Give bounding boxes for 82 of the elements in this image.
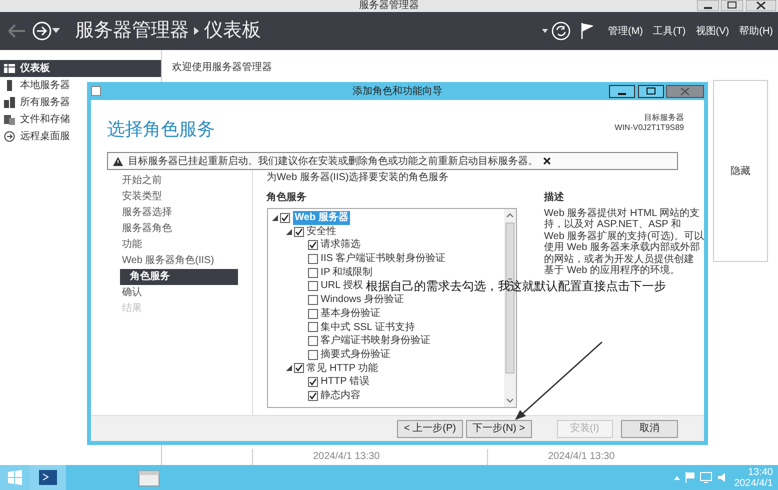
wizard-button[interactable]: < 上一步(P) <box>397 420 463 438</box>
tree-item-label[interactable]: URL 授权 <box>320 279 364 294</box>
section-label: 角色服务 <box>266 190 308 205</box>
tree-item-label[interactable]: 集中式 SSL 证书支持 <box>320 320 415 334</box>
tree-item-label[interactable]: IP 和域限制 <box>320 266 373 280</box>
menu-item[interactable]: 视图(V) <box>696 24 730 38</box>
tree-item-label[interactable]: 安全性 <box>306 224 337 238</box>
annotation-text: 根据自己的需求去勾选，我这就默认配置直接点击下一步 <box>366 278 666 294</box>
checkbox[interactable] <box>280 212 290 223</box>
wizard-step[interactable]: 功能 <box>120 236 238 252</box>
maximize-icon[interactable] <box>638 84 664 98</box>
wizard-step: 结果 <box>120 300 238 316</box>
sidebar-item[interactable]: 所有服务器 <box>0 94 161 111</box>
hide-link[interactable]: 隐藏 <box>730 164 750 178</box>
menu-item[interactable]: 帮助(H) <box>739 24 773 38</box>
checkbox[interactable] <box>308 294 318 305</box>
instruction-text: 为Web 服务器(IIS)选择要安装的角色服务 <box>266 170 450 185</box>
sidebar-item[interactable]: 仪表板 <box>0 60 161 77</box>
chevron-right-icon <box>194 27 199 35</box>
timestamp: 2024/4/1 13:30 <box>548 451 615 462</box>
terminal-icon[interactable] <box>30 465 66 490</box>
tree-item-label[interactable]: 请求筛选 <box>320 238 361 252</box>
dropdown-caret-icon[interactable] <box>542 29 548 33</box>
warning-icon <box>113 156 123 166</box>
wizard-button[interactable]: 下一步(N) > <box>466 420 532 438</box>
checkbox[interactable] <box>308 308 318 319</box>
warning-message: 目标服务器已挂起重新启动。我们建议你在安装或删除角色或功能之前重新启动目标服务器。 <box>128 154 538 168</box>
minimize-icon[interactable] <box>696 0 718 11</box>
menu-item[interactable]: 工具(T) <box>652 24 686 38</box>
tree-item-label[interactable]: 摘要式身份验证 <box>320 348 391 362</box>
tree-item-label[interactable]: HTTP 错误 <box>320 375 370 389</box>
menu-item[interactable]: 管理(M) <box>608 24 643 38</box>
wizard-step[interactable]: 安装类型 <box>120 188 238 204</box>
checkbox[interactable] <box>308 240 318 250</box>
checkbox[interactable] <box>294 226 304 237</box>
timestamp: 2024/4/1 13:30 <box>313 451 380 462</box>
checkbox[interactable] <box>308 268 318 278</box>
app-icon <box>91 86 101 96</box>
wizard-step[interactable]: Web 服务器角色(IIS) <box>120 252 238 268</box>
tree-item-label[interactable]: Windows 身份验证 <box>320 293 404 307</box>
expand-triangle-icon[interactable] <box>286 365 292 372</box>
close-icon[interactable] <box>543 157 551 165</box>
refresh-icon[interactable] <box>550 21 571 41</box>
close-icon[interactable] <box>746 0 776 11</box>
sidebar-item[interactable]: 本地服务器 <box>0 77 161 94</box>
checkbox[interactable] <box>308 254 318 264</box>
tree-item-label[interactable]: 基本身份验证 <box>320 306 381 321</box>
checkbox[interactable] <box>308 390 318 401</box>
wizard-step[interactable]: 服务器角色 <box>120 220 238 236</box>
breadcrumb-item[interactable]: 仪表板 <box>204 16 261 46</box>
checkbox[interactable] <box>308 322 318 332</box>
wizard-step[interactable]: 确认 <box>120 284 238 300</box>
checkbox[interactable] <box>294 363 304 374</box>
expand-triangle-icon[interactable] <box>286 228 292 235</box>
wizard-step[interactable]: 服务器选择 <box>120 204 238 220</box>
dialog-title: 添加角色和功能向导 <box>352 84 442 98</box>
checkbox[interactable] <box>308 350 318 360</box>
checkbox[interactable] <box>308 336 318 346</box>
breadcrumb-item[interactable]: 服务器管理器 <box>75 16 189 46</box>
wizard-step[interactable]: 角色服务 <box>120 268 238 284</box>
checkbox[interactable] <box>308 281 318 292</box>
tree-item-label[interactable]: 常见 HTTP 功能 <box>306 362 378 376</box>
maximize-icon[interactable] <box>721 0 743 11</box>
description-text: Web 服务器提供对 HTML 网站的支持，以及对 ASP.NET、ASP 和 Web 服务器扩展的支持(可选)。可以使用 Web 服务器来承载内部或外部的网站，或者为开发人员提供创建基于 Web 的应用程序的环境。 <box>544 208 704 276</box>
tree-item-label[interactable]: IIS 客户端证书映射身份验证 <box>320 252 446 266</box>
minimize-icon[interactable] <box>609 84 635 98</box>
wizard-step[interactable]: 开始之前 <box>120 172 238 188</box>
dashboard-icon <box>4 63 15 74</box>
expand-triangle-icon[interactable] <box>272 214 278 221</box>
target-server-name: WIN-V0J2T1T9S89 <box>614 123 684 133</box>
window-title: 服务器管理器 <box>359 0 419 12</box>
tree-item-label[interactable]: 客户端证书映射身份验证 <box>320 334 431 348</box>
checkbox[interactable] <box>308 377 318 388</box>
circle-arrow-icon <box>4 131 15 142</box>
target-server-label: 目标服务器 <box>644 113 684 123</box>
description-title: 描述 <box>544 190 566 205</box>
dropdown-caret-icon[interactable] <box>52 28 60 34</box>
tree-item-label[interactable]: 静态内容 <box>320 388 361 403</box>
welcome-heading: 欢迎使用服务器管理器 <box>172 60 273 75</box>
page-heading: 选择角色服务 <box>107 118 215 141</box>
flag-icon[interactable] <box>580 23 593 39</box>
wizard-button[interactable]: 取消 <box>621 420 678 438</box>
